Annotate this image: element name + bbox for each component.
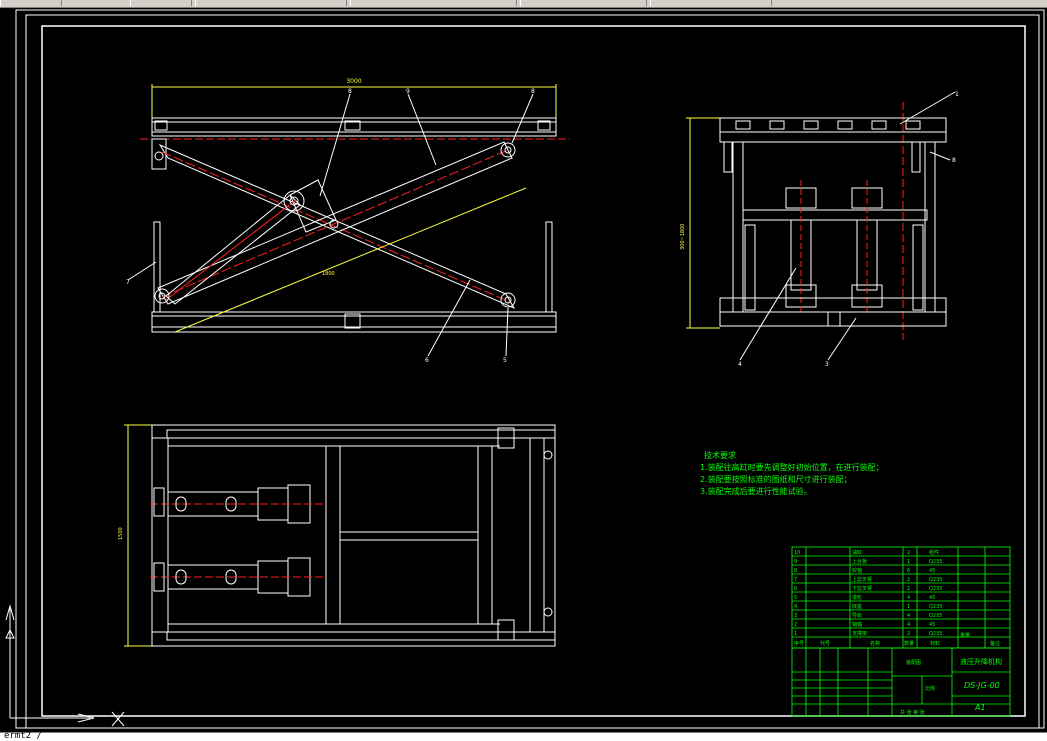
bom-cell-qty: 2 bbox=[907, 586, 910, 592]
ucs-icon bbox=[5, 604, 125, 727]
dim-overall-length: 3000 bbox=[346, 78, 361, 85]
bom-cell-material: 45 bbox=[929, 595, 935, 601]
bom-cell-qty: 2 bbox=[907, 550, 910, 556]
toolbar-strip bbox=[0, 0, 1047, 8]
tech-title: 技术要求 bbox=[704, 450, 736, 460]
bom-cell-qty: 4 bbox=[907, 595, 910, 601]
bom-table bbox=[791, 546, 1011, 717]
bom-cell-no: 6 bbox=[794, 586, 797, 592]
toolbar-segment[interactable] bbox=[650, 0, 772, 6]
drawing-title: 液压升降机构 bbox=[960, 657, 1002, 666]
bom-cell-name: 底座 bbox=[852, 603, 862, 610]
bom-cell-material: 组件 bbox=[929, 549, 939, 556]
tech-requirements: 技术要求 1.装配往高缸时要先调整好初始位置，在进行装配； 2.装配要按照标准的… bbox=[700, 450, 884, 496]
bom-rows: 10 油缸 2 组件9 上台板 1 Q2358 铰轴 6 457 上剪叉臂 2 Q2356 下剪叉臂 2 Q2… bbox=[794, 549, 942, 637]
bom-cell-qty: 1 bbox=[907, 559, 910, 565]
bom-header-name: 名称 bbox=[870, 640, 880, 647]
bom-cell-no: 9 bbox=[794, 559, 797, 565]
drawing-number: DS-JG-00 bbox=[964, 681, 1000, 690]
bom-cell-no: 8 bbox=[794, 568, 797, 574]
bom-cell-name: 导轨 bbox=[852, 612, 862, 619]
bom-header-weight: 重量 bbox=[960, 632, 970, 639]
bom-cell-material: Q235 bbox=[929, 586, 942, 592]
bom-cell-qty: 1 bbox=[907, 604, 910, 610]
callout: 8 bbox=[531, 88, 535, 95]
bom-cell-material: Q235 bbox=[929, 613, 942, 619]
toolbar-segment[interactable] bbox=[0, 0, 62, 6]
part-label: 装配图 bbox=[906, 659, 921, 666]
bom-cell-name: 支撑架 bbox=[852, 630, 867, 637]
bom-header-qty: 数量 bbox=[904, 640, 914, 647]
callout: 1 bbox=[955, 91, 959, 98]
bom-cell-name: 上剪叉臂 bbox=[852, 576, 872, 583]
toolbar-segment[interactable] bbox=[195, 0, 347, 6]
tech-item: 3.装配完成后要进行性能试验。 bbox=[700, 486, 812, 496]
bom-cell-name: 铰轴 bbox=[852, 567, 862, 574]
dim-width: 1500 bbox=[118, 527, 124, 540]
callout: 5 bbox=[503, 357, 507, 364]
callout: 8 bbox=[348, 88, 352, 95]
bom-cell-no: 10 bbox=[794, 550, 800, 556]
bom-cell-no: 2 bbox=[794, 622, 797, 628]
bom-cell-qty: 4 bbox=[907, 613, 910, 619]
callout: 8 bbox=[952, 157, 956, 164]
side-view: 300~1800 bbox=[680, 91, 956, 361]
bom-cell-name: 油缸 bbox=[852, 549, 862, 556]
bom-cell-no: 4 bbox=[794, 604, 797, 610]
toolbar-segment[interactable] bbox=[520, 0, 647, 6]
bom-cell-material: Q235 bbox=[929, 577, 942, 583]
callout: 4 bbox=[738, 361, 742, 368]
dim-stroke: 1800 bbox=[322, 271, 335, 277]
bom-cell-qty: 2 bbox=[907, 577, 910, 583]
sheet-size: A1 bbox=[974, 703, 986, 712]
bom-header-code: 代号 bbox=[820, 640, 830, 647]
bom-cell-no: 7 bbox=[794, 577, 797, 583]
bom-cell-no: 5 bbox=[794, 595, 797, 601]
bom-cell-no: 3 bbox=[794, 613, 797, 619]
front-view: 3000 1800 bbox=[127, 78, 570, 357]
bom-cell-material: Q235 bbox=[929, 631, 942, 637]
bom-cell-qty: 6 bbox=[907, 568, 910, 574]
bom-cell-material: 45 bbox=[929, 622, 935, 628]
title-block: 液压升降机构 DS-JG-00 A1 装配图 比例 共 张 第 张 bbox=[900, 657, 1002, 716]
scale-label: 比例 bbox=[925, 685, 935, 692]
tech-item: 2.装配要按照标准的图纸和尺寸进行装配； bbox=[700, 474, 852, 484]
callout: 7 bbox=[126, 279, 130, 286]
dim-height: 300~1800 bbox=[680, 224, 686, 250]
toolbar-segment[interactable] bbox=[130, 0, 192, 6]
sheet-count: 共 张 第 张 bbox=[900, 709, 925, 716]
callout: 9 bbox=[406, 88, 410, 95]
bom-header-material: 材料 bbox=[930, 640, 940, 647]
bom-cell-name: 上台板 bbox=[852, 558, 867, 565]
toolbar-segment[interactable] bbox=[350, 0, 517, 6]
bom-header-note: 备注 bbox=[990, 640, 1000, 647]
callout: 6 bbox=[425, 357, 429, 364]
bom-cell-name: 销轴 bbox=[852, 621, 862, 628]
callout: 3 bbox=[825, 361, 829, 368]
bom-cell-name: 滚轮 bbox=[852, 594, 862, 601]
plan-view: 1500 bbox=[118, 424, 556, 647]
bom-cell-qty: 4 bbox=[907, 622, 910, 628]
bom-cell-material: 45 bbox=[929, 568, 935, 574]
tech-item: 1.装配往高缸时要先调整好初始位置，在进行装配； bbox=[700, 462, 884, 472]
bom-header: 序号 代号 名称 数量 材料 重量 备注 bbox=[794, 632, 1000, 647]
bom-cell-qty: 2 bbox=[907, 631, 910, 637]
bom-header-no: 序号 bbox=[794, 640, 804, 647]
bom-cell-no: 1 bbox=[794, 631, 797, 637]
bom-cell-name: 下剪叉臂 bbox=[852, 585, 872, 592]
drawing-canvas[interactable]: 3000 1800 8 9 8 7 6 5 300~1800 1 8 4 3 1… bbox=[0, 8, 1047, 732]
bom-cell-material: Q235 bbox=[929, 559, 942, 565]
bom-cell-material: Q235 bbox=[929, 604, 942, 610]
